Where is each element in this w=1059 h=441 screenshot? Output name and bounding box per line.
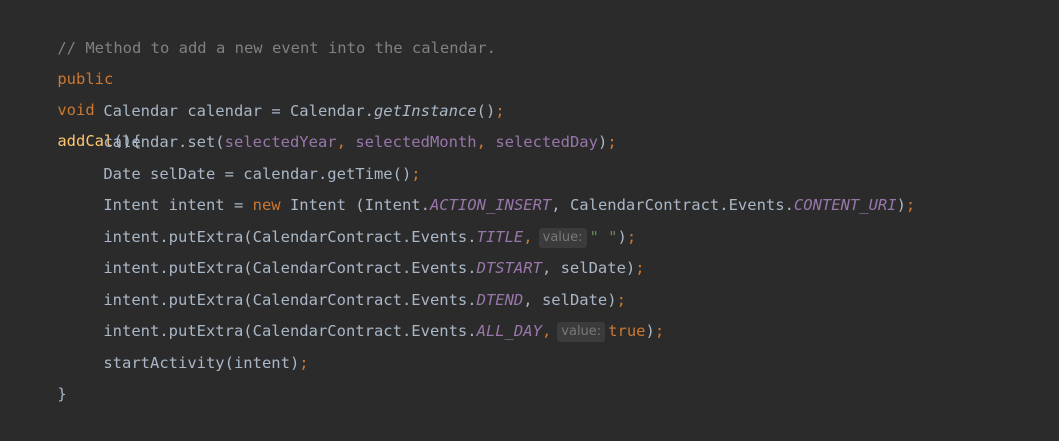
code-line-comment[interactable]: // Method to add a new event into the ca…: [20, 2, 496, 57]
code-line-put-dtend[interactable]: intent.putExtra(CalendarContract.Events.…: [20, 254, 626, 309]
code-text: ): [597, 133, 608, 151]
code-line-calendar-set[interactable]: calendar.set(selectedYear, selectedMonth…: [20, 96, 616, 151]
code-line-put-all-day[interactable]: intent.putExtra(CalendarContract.Events.…: [20, 285, 664, 342]
field-selected-day: selectedDay: [495, 133, 598, 151]
code-line-get-instance[interactable]: Calendar calendar = Calendar.getInstance…: [20, 65, 504, 120]
constant-content-uri: CONTENT_URI: [793, 196, 897, 214]
semicolon: ;: [635, 259, 645, 277]
keyword-true: true: [608, 322, 646, 340]
inlay-parameter-hint: value:: [557, 322, 606, 342]
semicolon: ;: [905, 196, 916, 214]
closing-brace: }: [57, 385, 67, 403]
code-line-closing-brace[interactable]: }: [20, 348, 66, 403]
code-text: ): [896, 196, 906, 214]
code-editor[interactable]: // Method to add a new event into the ca…: [0, 0, 1059, 403]
comma: ,: [476, 133, 496, 151]
code-line-get-time[interactable]: Date selDate = calendar.getTime();: [20, 128, 420, 183]
code-text: startActivity(intent): [103, 354, 300, 372]
code-line-put-dtstart[interactable]: intent.putExtra(CalendarContract.Events.…: [20, 222, 644, 277]
semicolon: ;: [654, 322, 665, 340]
comma: ,: [541, 322, 552, 340]
code-line-method-signature[interactable]: public void addCal(){: [20, 33, 141, 150]
code-line-start-activity[interactable]: startActivity(intent);: [20, 317, 308, 372]
semicolon: ;: [607, 133, 617, 151]
code-line-put-title[interactable]: intent.putExtra(CalendarContract.Events.…: [20, 191, 636, 248]
constant-all-day: ALL_DAY: [476, 322, 542, 340]
code-line-new-intent[interactable]: Intent intent = new Intent (Intent.ACTIO…: [20, 159, 915, 214]
code-text: ): [645, 322, 655, 340]
semicolon: ;: [299, 354, 309, 372]
